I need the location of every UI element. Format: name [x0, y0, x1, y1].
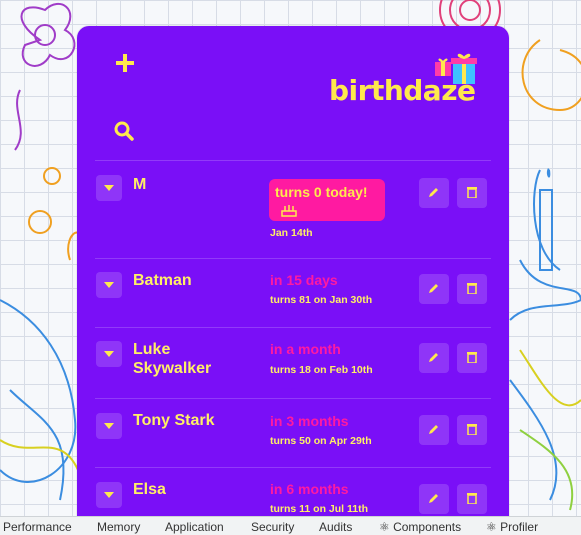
- birthday-countdown: in a month: [270, 341, 341, 357]
- search-button[interactable]: [113, 120, 135, 142]
- edit-button[interactable]: [419, 343, 449, 373]
- list-item: Luke Skywalker in a month turns 18 on Fe…: [95, 327, 491, 398]
- tab-performance[interactable]: Performance: [3, 520, 72, 534]
- gift-icon: [435, 53, 477, 84]
- delete-button[interactable]: [457, 274, 487, 304]
- chevron-down-icon: [104, 351, 114, 357]
- person-name: Batman: [133, 272, 192, 289]
- add-birthday-button[interactable]: [113, 52, 137, 78]
- tab-components[interactable]: ⚛ Components: [379, 520, 461, 534]
- edit-button[interactable]: [419, 484, 449, 514]
- chevron-down-icon: [104, 492, 114, 498]
- person-name: M: [133, 176, 147, 193]
- birthday-countdown: turns 0 today!: [275, 184, 368, 200]
- birthday-date: turns 50 on Apr 29th: [270, 435, 372, 447]
- birthday-panel: birthdaze M turns 0 today! Jan 14th Batm…: [77, 26, 509, 516]
- birthday-list: M turns 0 today! Jan 14th Batman in 15 d…: [95, 160, 491, 516]
- person-name: Tony Stark: [133, 412, 215, 429]
- delete-button[interactable]: [457, 178, 487, 208]
- edit-button[interactable]: [419, 178, 449, 208]
- birthday-date: turns 81 on Jan 30th: [270, 294, 373, 306]
- pencil-icon: [429, 188, 438, 197]
- pencil-icon: [429, 353, 438, 362]
- cake-icon: [281, 205, 297, 217]
- birthday-date: turns 18 on Feb 10th: [270, 364, 373, 376]
- delete-button[interactable]: [457, 484, 487, 514]
- today-badge: turns 0 today!: [269, 179, 385, 221]
- pencil-icon: [429, 284, 438, 293]
- chevron-down-icon: [104, 185, 114, 191]
- tab-security[interactable]: Security: [251, 520, 294, 534]
- expand-button[interactable]: [96, 482, 122, 508]
- list-item: Elsa in 6 months turns 11 on Jul 11th: [95, 467, 491, 516]
- tab-profiler[interactable]: ⚛ Profiler: [486, 520, 538, 534]
- person-name: Luke Skywalker: [133, 341, 212, 377]
- trash-icon: [467, 493, 477, 504]
- tab-audits[interactable]: Audits: [319, 520, 352, 534]
- plus-icon: [116, 54, 134, 72]
- pencil-icon: [429, 425, 438, 434]
- tab-memory[interactable]: Memory: [97, 520, 140, 534]
- search-icon: [114, 121, 134, 141]
- expand-button[interactable]: [96, 413, 122, 439]
- person-name: Elsa: [133, 481, 166, 498]
- list-item: Batman in 15 days turns 81 on Jan 30th: [95, 258, 491, 327]
- birthday-date: turns 11 on Jul 11th: [270, 503, 369, 515]
- chevron-down-icon: [104, 282, 114, 288]
- list-item: M turns 0 today! Jan 14th: [95, 160, 491, 258]
- delete-button[interactable]: [457, 343, 487, 373]
- expand-button[interactable]: [96, 175, 122, 201]
- chevron-down-icon: [104, 423, 114, 429]
- birthday-countdown: in 3 months: [270, 413, 349, 429]
- trash-icon: [467, 283, 477, 294]
- edit-button[interactable]: [419, 415, 449, 445]
- trash-icon: [467, 352, 477, 363]
- birthday-countdown: in 6 months: [270, 481, 349, 497]
- delete-button[interactable]: [457, 415, 487, 445]
- trash-icon: [467, 187, 477, 198]
- list-item: Tony Stark in 3 months turns 50 on Apr 2…: [95, 398, 491, 467]
- birthday-countdown: in 15 days: [270, 272, 338, 288]
- birthday-date: Jan 14th: [270, 227, 313, 239]
- edit-button[interactable]: [419, 274, 449, 304]
- tab-application[interactable]: Application: [165, 520, 224, 534]
- trash-icon: [467, 424, 477, 435]
- devtools-tab-bar: Performance Memory Application Security …: [0, 516, 581, 535]
- expand-button[interactable]: [96, 272, 122, 298]
- pencil-icon: [429, 494, 438, 503]
- expand-button[interactable]: [96, 341, 122, 367]
